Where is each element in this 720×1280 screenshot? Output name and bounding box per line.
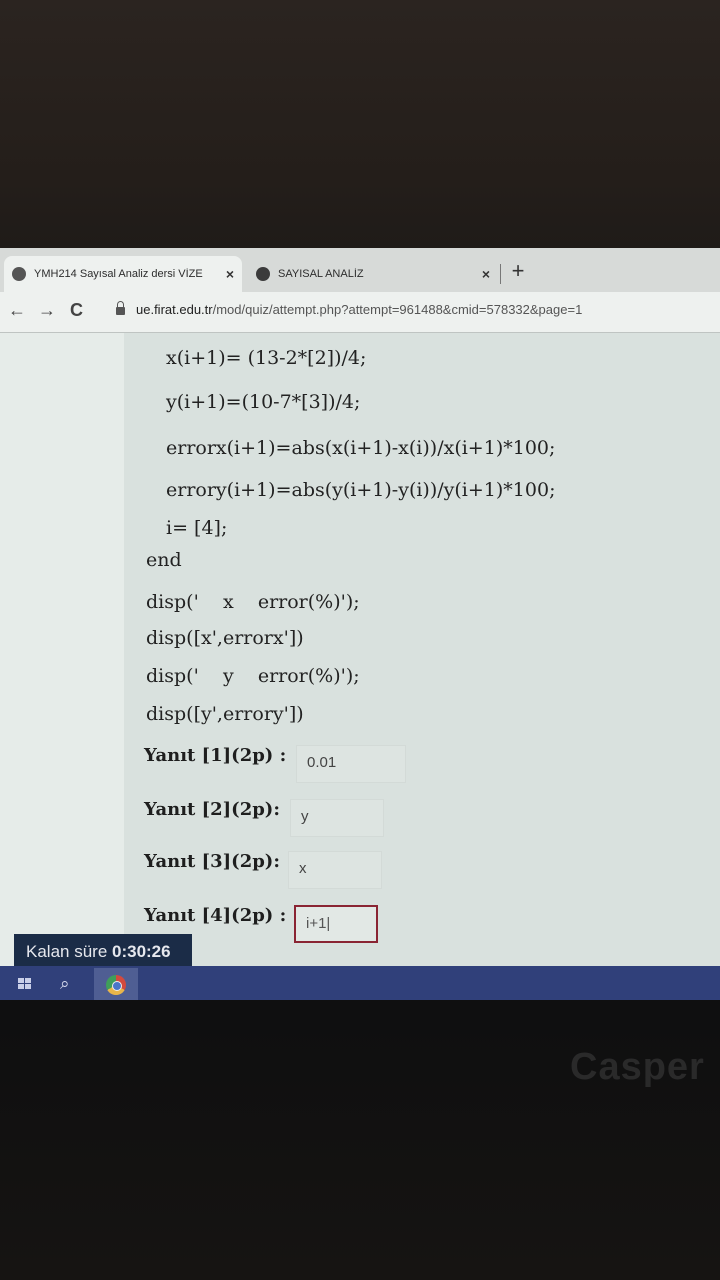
- answer-input-2[interactable]: y: [290, 799, 384, 837]
- url-path: /mod/quiz/attempt.php?attempt=961488&cmi…: [212, 302, 583, 317]
- code-line: x(i+1)= (13-2*[2])/4;: [166, 347, 367, 369]
- tab-title: YMH214 Sayısal Analiz dersi VİZE: [34, 268, 203, 280]
- answer-input-4[interactable]: i+1|: [294, 905, 378, 943]
- globe-icon: [256, 267, 270, 281]
- navigation-bar: ← → C ue.firat.edu.tr/mod/quiz/attempt.p…: [0, 292, 720, 333]
- site-favicon-icon: [12, 267, 26, 281]
- code-line: errorx(i+1)=abs(x(i+1)-x(i))/x(i+1)*100;: [166, 437, 556, 459]
- code-line: disp(' x error(%)');: [146, 591, 360, 613]
- new-tab-button[interactable]: +: [508, 258, 528, 284]
- answer-input-3[interactable]: x: [288, 851, 382, 889]
- back-button[interactable]: ←: [8, 300, 26, 321]
- answer-label-1: Yanıt [1](2p) :: [144, 745, 287, 766]
- chrome-taskbar-icon[interactable]: [94, 968, 138, 1000]
- code-line: end: [146, 549, 182, 571]
- quiz-content: x(i+1)= (13-2*[2])/4; y(i+1)=(10-7*[3])/…: [124, 333, 720, 973]
- tab-close-icon[interactable]: ×: [482, 266, 490, 282]
- tab-title: SAYISAL ANALİZ: [278, 268, 364, 280]
- code-line: disp(' y error(%)');: [146, 665, 360, 687]
- code-line: errory(i+1)=abs(y(i+1)-y(i))/y(i+1)*100;: [166, 479, 556, 501]
- windows-start-icon[interactable]: [18, 978, 32, 990]
- answer-label-2: Yanıt [2](2p):: [144, 799, 280, 820]
- timer-value: 0:30:26: [112, 942, 171, 961]
- screen: YMH214 Sayısal Analiz dersi VİZE × SAYIS…: [0, 248, 720, 1000]
- timer-label: Kalan süre: [26, 942, 112, 961]
- time-remaining-badge: Kalan süre 0:30:26: [14, 934, 192, 970]
- code-line: i= [4];: [166, 517, 228, 539]
- url-host: ue.firat.edu.tr: [136, 302, 213, 317]
- tab-divider: [500, 264, 501, 284]
- left-panel: [0, 333, 124, 973]
- code-line: disp([y',errory']): [146, 703, 304, 725]
- tab-bar: YMH214 Sayısal Analiz dersi VİZE × SAYIS…: [0, 248, 720, 292]
- search-icon[interactable]: ⌕: [60, 974, 70, 994]
- tab-sayisal-analiz[interactable]: SAYISAL ANALİZ ×: [248, 256, 498, 292]
- address-bar[interactable]: ue.firat.edu.tr/mod/quiz/attempt.php?att…: [136, 302, 582, 317]
- tab-vize[interactable]: YMH214 Sayısal Analiz dersi VİZE ×: [4, 256, 242, 292]
- answer-label-3: Yanıt [3](2p):: [144, 851, 280, 872]
- reload-button[interactable]: C: [70, 300, 83, 321]
- lock-icon: [116, 301, 125, 315]
- forward-button[interactable]: →: [38, 300, 56, 321]
- code-line: disp([x',errorx']): [146, 627, 304, 649]
- laptop-brand-logo: Casper: [570, 1046, 705, 1088]
- code-line: y(i+1)=(10-7*[3])/4;: [166, 391, 361, 413]
- tab-close-icon[interactable]: ×: [226, 266, 234, 282]
- answer-input-1[interactable]: 0.01: [296, 745, 406, 783]
- answer-label-4: Yanıt [4](2p) :: [144, 905, 287, 926]
